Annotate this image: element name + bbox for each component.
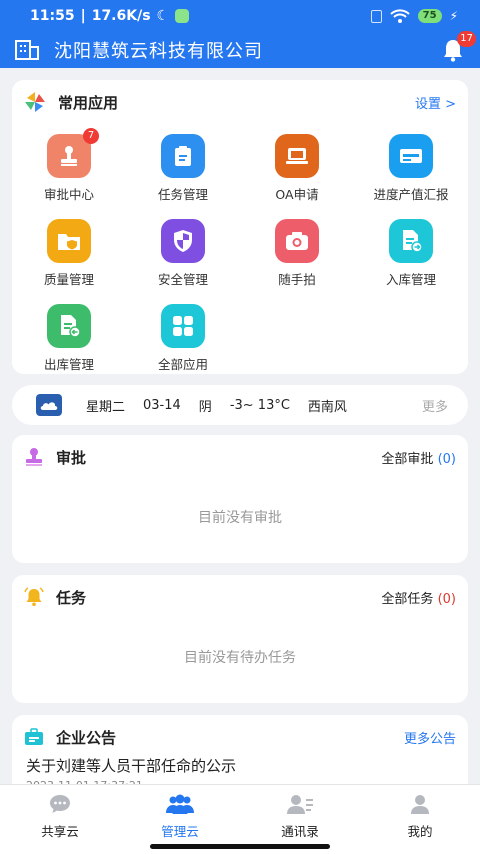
app-progress-report[interactable]: 进度产值汇报: [354, 130, 468, 210]
app-quality-management[interactable]: 质量管理: [12, 215, 126, 295]
settings-link[interactable]: 设置 >: [415, 93, 456, 112]
cloud-icon: [36, 394, 62, 416]
card-icon: [400, 149, 422, 163]
bell-icon: [24, 587, 44, 607]
tab-label: 通讯录: [281, 824, 319, 839]
chat-icon: [50, 795, 70, 813]
app-oa-request[interactable]: OA申请: [240, 130, 354, 210]
bottom-tab-bar: 共享云 管理云 通讯录 我的: [0, 784, 480, 840]
weather-condition: 阴: [198, 399, 212, 415]
weather-weekday: 星期二: [86, 399, 126, 415]
all-approvals-link[interactable]: 全部审批 (0): [381, 448, 456, 467]
app-inbound-management[interactable]: 入库管理: [354, 215, 468, 295]
building-icon: [15, 40, 39, 60]
more-notices-link[interactable]: 更多公告: [404, 728, 456, 747]
approval-title: 审批: [56, 448, 87, 467]
status-time: 11:55: [30, 8, 75, 24]
app-label: 入库管理: [385, 272, 436, 287]
app-label: 全部应用: [157, 357, 208, 372]
sim-icon: [370, 9, 382, 23]
app-safety-management[interactable]: 安全管理: [126, 215, 240, 295]
briefcase-icon: [25, 728, 43, 745]
stamp-icon: [26, 448, 42, 466]
tab-shared-cloud[interactable]: 共享云: [0, 785, 120, 840]
weather-more-link[interactable]: 更多: [422, 396, 448, 415]
tab-label: 我的: [407, 824, 433, 839]
notice-item-title[interactable]: 关于刘建等人员干部任命的公示: [26, 755, 236, 776]
tab-contacts[interactable]: 通讯录: [240, 785, 360, 840]
charging-icon: ⚡: [449, 9, 458, 23]
contacts-icon: [287, 795, 313, 814]
app-label: 任务管理: [157, 187, 208, 202]
tab-label: 共享云: [41, 824, 79, 839]
company-title: 沈阳慧筑云科技有限公司: [54, 41, 263, 62]
network-speed: 17.6K/s: [91, 8, 151, 24]
app-snapshot[interactable]: 随手拍: [240, 215, 354, 295]
approval-count: (0): [437, 451, 456, 467]
app-task-management[interactable]: 任务管理: [126, 130, 240, 210]
app-label: 质量管理: [43, 272, 94, 287]
folder-shield-icon: [58, 234, 80, 250]
notice-title: 企业公告: [56, 728, 117, 747]
app-label: 随手拍: [278, 272, 316, 287]
stamp-icon: [61, 146, 77, 166]
tasks-empty-text: 目前没有待办任务: [184, 650, 296, 666]
app-label: 安全管理: [157, 272, 208, 287]
app-label: 出库管理: [43, 357, 94, 372]
app-label: 进度产值汇报: [373, 187, 449, 202]
notice-card: 企业公告 更多公告 关于刘建等人员干部任命的公示 2023-11-01 17:3…: [12, 715, 468, 795]
approval-empty-text: 目前没有审批: [198, 510, 282, 526]
outbound-doc-icon: [61, 315, 81, 338]
camera-icon: [286, 232, 308, 250]
weather-temperature: -3~ 13°C: [229, 397, 290, 413]
notification-badge: 17: [457, 31, 476, 47]
shield-icon: [174, 230, 192, 252]
app-outbound-management[interactable]: 出库管理: [12, 300, 126, 380]
app-all-apps[interactable]: 全部应用: [126, 300, 240, 380]
app-label: 审批中心: [43, 187, 94, 202]
weather-bar[interactable]: 星期二 03-14 阴 -3~ 13°C 西南风 更多: [12, 385, 468, 425]
tasks-card: 任务 全部任务 (0) 目前没有待办任务: [12, 575, 468, 703]
profile-icon: [411, 795, 429, 814]
app-header: 沈阳慧筑云科技有限公司 17: [0, 31, 480, 68]
weather-wind: 西南风: [307, 399, 347, 415]
battery-icon: 75: [417, 9, 442, 23]
tasks-count: (0): [437, 591, 456, 607]
tab-management-cloud[interactable]: 管理云: [120, 785, 240, 840]
grid-icon: [173, 316, 193, 336]
moon-icon: ☾: [156, 8, 170, 24]
wifi-icon: [389, 9, 410, 23]
tasks-title: 任务: [56, 588, 87, 607]
laptop-icon: [286, 148, 308, 164]
weather-date: 03-14: [143, 397, 181, 413]
approval-badge: 7: [83, 128, 99, 144]
app-approval-center[interactable]: 7 审批中心: [12, 128, 126, 210]
approval-card: 审批 全部审批 (0) 目前没有审批: [12, 435, 468, 563]
users-icon: [166, 794, 194, 814]
common-apps-title: 常用应用: [58, 93, 119, 112]
inbound-doc-icon: [403, 230, 423, 253]
app-notification-icon: [175, 9, 190, 23]
tab-label: 管理云: [161, 824, 199, 839]
tab-me[interactable]: 我的: [360, 785, 480, 840]
all-tasks-link[interactable]: 全部任务 (0): [381, 588, 456, 607]
clipboard-icon: [175, 146, 191, 166]
pinwheel-icon: [25, 92, 45, 112]
common-apps-card: 常用应用 设置 > 7 审批中心 任务管理 OA申请 进度产值汇报 质量管理 安…: [12, 80, 468, 374]
home-indicator: [0, 840, 480, 854]
notification-button[interactable]: 17: [440, 31, 476, 63]
app-label: OA申请: [275, 187, 319, 202]
status-bar: 11:55 | 17.6K/s ☾ 75 ⚡: [0, 0, 480, 32]
